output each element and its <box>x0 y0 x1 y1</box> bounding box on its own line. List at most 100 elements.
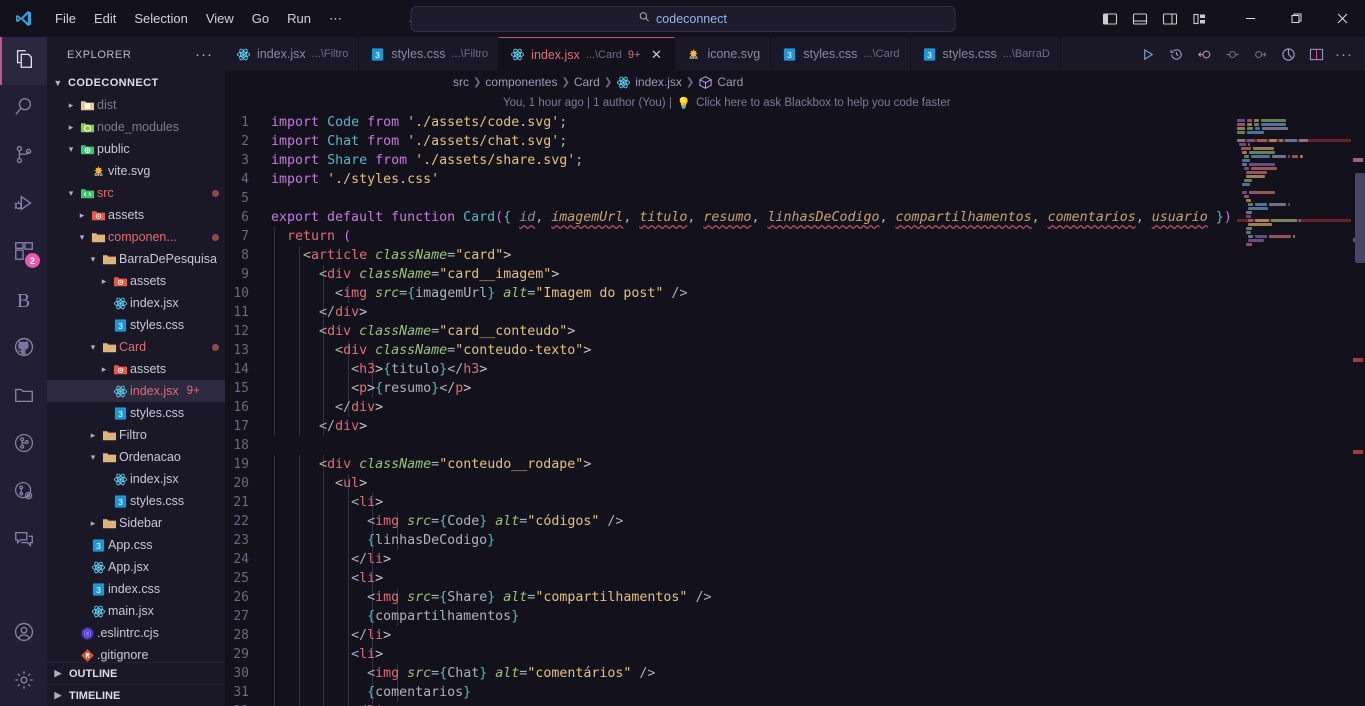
menu-selection[interactable]: Selection <box>125 7 196 30</box>
tree-folder-sidebar[interactable]: ▸ Sidebar <box>47 512 225 534</box>
code-line: 16 </div> <box>225 398 1231 417</box>
run-play-icon[interactable] <box>1135 39 1161 69</box>
menu-more[interactable]: ⋯ <box>320 7 351 31</box>
editor-tab-2[interactable]: index.jsx ...\Card 9+ ✕ <box>499 37 676 71</box>
tree-file-styles-css[interactable]: 3 styles.css <box>47 314 225 336</box>
activitybar-item-blackbox[interactable]: B <box>0 277 47 325</box>
tree-folder-assets[interactable]: ▸ assets <box>47 270 225 292</box>
tree-folder-filtro[interactable]: ▸ Filtro <box>47 424 225 446</box>
window-maximize-button[interactable] <box>1273 0 1319 37</box>
code-line: 3 import Share from './assets/share.svg'; <box>225 151 1231 170</box>
editor-tab-0[interactable]: index.jsx ...\Filtro <box>225 37 360 71</box>
minimap-line <box>1237 155 1351 158</box>
tree-file-app-css[interactable]: 3 App.css <box>47 534 225 556</box>
tree-file-index-jsx[interactable]: index.jsx <box>47 292 225 314</box>
customize-layout-icon[interactable] <box>1187 6 1213 32</box>
editor-tab-4[interactable]: 3 styles.css ...\Card <box>771 37 911 71</box>
tree-file-app-jsx[interactable]: App.jsx <box>47 556 225 578</box>
activitybar-item-search[interactable] <box>0 85 47 133</box>
breadcrumb-item-index-jsx[interactable]: index.jsx <box>616 75 682 90</box>
activitybar-item-extensions[interactable]: 2 <box>0 229 47 277</box>
tree-file-styles-css[interactable]: 3 styles.css <box>47 402 225 424</box>
more-actions-icon[interactable]: ··· <box>1331 39 1357 69</box>
activitybar-item-source-control[interactable] <box>0 133 47 181</box>
tree-folder-barradepesquisa[interactable]: ▾ BarraDePesquisa <box>47 248 225 270</box>
activitybar-item-run-and-debug[interactable] <box>0 181 47 229</box>
menu-edit[interactable]: Edit <box>85 7 125 30</box>
menu-file[interactable]: File <box>46 7 85 30</box>
split-editor-icon[interactable] <box>1303 39 1329 69</box>
command-center[interactable]: codeconnect <box>410 5 955 32</box>
toggle-secondary-sidebar-icon[interactable] <box>1157 6 1183 32</box>
activitybar-item-remote-explorer[interactable] <box>0 373 47 421</box>
tree-folder-assets[interactable]: ▸ assets <box>47 358 225 380</box>
tree-folder-card[interactable]: ▾ Card <box>47 336 225 358</box>
activitybar-item-settings[interactable] <box>0 658 47 706</box>
tree-folder-componen---[interactable]: ▾ componen... <box>47 226 225 248</box>
tree-folder-public[interactable]: ▾ public <box>47 138 225 160</box>
outline-section[interactable]: ▶ OUTLINE <box>47 662 225 684</box>
search-icon <box>638 11 650 26</box>
react-file-icon <box>111 472 130 487</box>
tree-file-styles-css[interactable]: 3 styles.css <box>47 490 225 512</box>
menu-bar: File Edit Selection View Go Run ⋯ <box>46 7 351 31</box>
activitybar-item-git-graph[interactable] <box>0 421 47 469</box>
tree-file--gitignore[interactable]: .gitignore <box>47 644 225 662</box>
minimap-token <box>1248 143 1251 146</box>
code-scroll-area[interactable]: 1 import Code from './assets/code.svg'; 2 i… <box>225 113 1231 706</box>
tree-folder-ordenacao[interactable]: ▾ Ordenacao <box>47 446 225 468</box>
minimap-token <box>1249 191 1276 194</box>
breadcrumb-item-componentes[interactable]: componentes <box>485 75 557 89</box>
menu-go[interactable]: Go <box>243 7 278 30</box>
breadcrumb-item-card[interactable]: Card <box>698 75 743 90</box>
ellipsis-icon[interactable]: ··· <box>189 46 219 63</box>
tree-folder-assets[interactable]: ▸ assets <box>47 204 225 226</box>
timeline-section[interactable]: ▶ TIMELINE <box>47 684 225 706</box>
minimap-token <box>1251 155 1270 158</box>
tab-close-button[interactable]: ✕ <box>648 47 664 63</box>
tree-file-main-jsx[interactable]: main.jsx <box>47 600 225 622</box>
editor-scrollbar-thumb[interactable] <box>1355 173 1365 263</box>
activitybar-item-gitlens[interactable] <box>0 469 47 517</box>
tree-folder-node-modules[interactable]: ▸ node_modules <box>47 116 225 138</box>
debug-breakpoint-icon[interactable] <box>1219 39 1245 69</box>
overview-ruler[interactable] <box>1351 113 1365 706</box>
tree-folder-src[interactable]: ▾ src <box>47 182 225 204</box>
chevron-right-icon: ▸ <box>68 121 74 132</box>
minimap-token <box>1240 147 1251 150</box>
codelens-author[interactable]: You, 1 hour ago | 1 author (You) | <box>503 97 672 109</box>
activitybar-item-github[interactable] <box>0 325 47 373</box>
run-history-icon[interactable] <box>1163 39 1189 69</box>
toggle-primary-sidebar-icon[interactable] <box>1097 6 1123 32</box>
debug-alt-icon[interactable] <box>1275 39 1301 69</box>
window-minimize-button[interactable] <box>1227 0 1273 37</box>
window-close-button[interactable] <box>1319 0 1365 37</box>
gear-icon <box>13 669 35 696</box>
tree-file-index-css[interactable]: 3 index.css <box>47 578 225 600</box>
editor-tab-1[interactable]: 3 styles.css ...\Filtro <box>359 37 500 71</box>
editor-tab-3[interactable]: SVG icone.svg <box>675 37 772 71</box>
minimap-line <box>1237 183 1351 186</box>
activitybar-item-chat[interactable] <box>0 517 47 565</box>
activitybar-item-explorer[interactable] <box>0 37 47 85</box>
project-root-row[interactable]: ▼ CODECONNECT <box>47 72 225 94</box>
tree-file-index-jsx[interactable]: index.jsx 9+ <box>47 380 225 402</box>
minimap[interactable] <box>1231 113 1351 706</box>
toggle-panel-icon[interactable] <box>1127 6 1153 32</box>
tree-file--eslintrc-cjs[interactable]: .eslintrc.cjs <box>47 622 225 644</box>
menu-run[interactable]: Run <box>278 7 320 30</box>
minimap-token <box>1254 235 1268 238</box>
tree-file-vite-svg[interactable]: SVG vite.svg <box>47 160 225 182</box>
css-file-icon: 3 <box>370 47 385 62</box>
menu-view[interactable]: View <box>197 7 243 30</box>
activitybar-item-accounts[interactable] <box>0 610 47 658</box>
tree-file-index-jsx[interactable]: index.jsx <box>47 468 225 490</box>
tree-folder-dist[interactable]: ▸ dist <box>47 94 225 116</box>
breadcrumb-item-card[interactable]: Card <box>574 75 600 89</box>
timeline-label: TIMELINE <box>69 689 121 702</box>
debug-step-back-icon[interactable] <box>1191 39 1217 69</box>
blackbox-codelens-link[interactable]: Click here to ask Blackbox to help you c… <box>696 97 950 109</box>
editor-tab-5[interactable]: 3 styles.css ...\BarraD <box>911 37 1061 71</box>
debug-step-over-icon[interactable] <box>1247 39 1273 69</box>
breadcrumb-item-src[interactable]: src <box>453 75 469 89</box>
